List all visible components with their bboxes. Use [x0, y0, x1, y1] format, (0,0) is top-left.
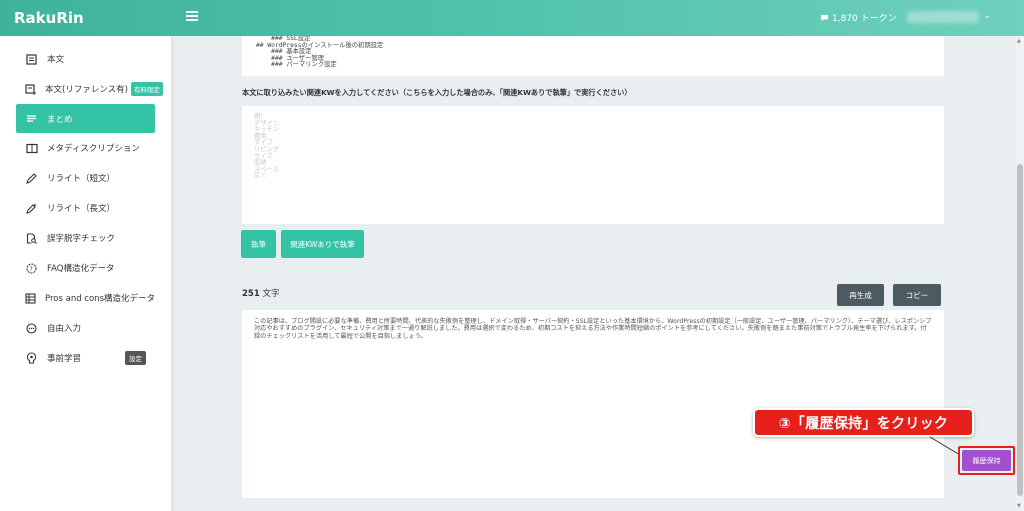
- copy-button[interactable]: コピー: [893, 284, 941, 306]
- document-add-icon: [25, 83, 36, 96]
- token-balance: 1,870 トークン: [820, 11, 897, 24]
- scroll-down-arrow-icon[interactable]: ▼: [1017, 503, 1021, 509]
- sidebar-item-pros-cons[interactable]: Pros and cons構造化データ: [16, 284, 155, 312]
- pencil-icon: [25, 172, 38, 185]
- placeholder-line: 例）: [254, 113, 267, 120]
- sidebar-item-rewrite-short[interactable]: リライト（短文）: [16, 164, 155, 192]
- chat-bubble-icon: [820, 14, 829, 21]
- placeholder-line: 費用: [254, 132, 267, 140]
- list-icon: [25, 112, 38, 125]
- brain-icon: [25, 352, 38, 365]
- regenerate-button[interactable]: 再生成: [837, 284, 884, 306]
- sidebar-item-label: FAQ構造化データ: [47, 264, 115, 274]
- placeholder-line: キッチン: [254, 126, 280, 134]
- sidebar-item-label: 本文: [47, 55, 65, 65]
- keep-history-button[interactable]: 履歴保持: [962, 450, 1011, 471]
- sidebar-item-label: メタディスクリプション: [47, 144, 140, 154]
- file-search-icon: [25, 232, 38, 245]
- placeholder-line: デザイン: [254, 119, 280, 127]
- char-count-value: 251: [242, 289, 260, 299]
- scroll-thumb[interactable]: [1017, 164, 1023, 496]
- main-content: ### SSL設定 ## WordPressのインストール後の初期設定 ### …: [171, 36, 1016, 511]
- markdown-output-box[interactable]: ### SSL設定 ## WordPressのインストール後の初期設定 ### …: [242, 36, 944, 76]
- sidebar-item-label: リライト（長文）: [47, 204, 116, 214]
- token-label: 1,870 トークン: [832, 14, 897, 24]
- logo-text: RakuRin: [14, 9, 84, 27]
- char-count-unit: 文字: [262, 289, 280, 299]
- placeholder-line: スペース: [254, 165, 279, 173]
- question-icon: ?: [25, 262, 38, 275]
- svg-text:?: ?: [30, 266, 33, 273]
- hamburger-menu-icon[interactable]: [186, 11, 198, 23]
- scroll-up-arrow-icon[interactable]: ▲: [1017, 38, 1021, 44]
- sidebar-item-honbun[interactable]: 本文: [16, 45, 155, 73]
- char-count: 251 文字: [242, 287, 279, 299]
- placeholder-line: 収納: [254, 159, 267, 167]
- placeholder-line: タイプ: [254, 139, 273, 147]
- result-textarea[interactable]: この記事は、ブログ開設に必要な準備、費用と所要時間、代表的な失敗例を整理し、ドメ…: [242, 310, 944, 498]
- sidebar-item-meta[interactable]: メタディスクリプション: [16, 134, 155, 162]
- write-with-kw-button[interactable]: 関連KWありで執筆: [281, 230, 364, 258]
- sidebar-item-label: 自由入力: [47, 324, 82, 334]
- kw-textarea[interactable]: 例） デザイン キッチン 費用 タイプ リビング サイズ 収納 スペース 広く: [242, 106, 944, 224]
- sidebar-item-label: リライト（短文）: [47, 174, 116, 184]
- chevron-down-icon[interactable]: ⌄: [984, 11, 991, 20]
- sidebar: 本文 本文(リファレンス有) 有料限定 まとめ メタディスクリプション リライト…: [0, 36, 175, 511]
- document-icon: [25, 53, 38, 66]
- sidebar-item-pretraining[interactable]: 事前学習 設定: [16, 344, 155, 372]
- markdown-line: ### パーマリンク設定: [256, 61, 337, 68]
- sidebar-item-label: Pros and cons構造化データ: [45, 294, 155, 304]
- paid-badge: 有料限定: [130, 82, 163, 96]
- magic-pencil-icon: [25, 202, 38, 215]
- placeholder-line: 広く: [254, 172, 267, 180]
- sidebar-item-label: まとめ: [47, 114, 73, 125]
- chat-icon: [25, 322, 38, 335]
- instruction-callout: ③「履歴保持」をクリック: [753, 408, 974, 437]
- sidebar-item-typo-check[interactable]: 誤字脱字チェック: [16, 224, 155, 252]
- logo[interactable]: RakuRin: [14, 9, 84, 27]
- sidebar-item-label: 誤字脱字チェック: [47, 234, 116, 244]
- sidebar-item-honbun-ref[interactable]: 本文(リファレンス有) 有料限定: [16, 75, 163, 103]
- sidebar-item-free-input[interactable]: 自由入力: [16, 314, 155, 342]
- kw-input-label: 本文に取り込みたい関連KWを入力してください（こちらを入力した場合のみ、「関連K…: [242, 88, 632, 97]
- settings-badge[interactable]: 設定: [125, 351, 146, 365]
- sidebar-item-rewrite-long[interactable]: リライト（長文）: [16, 194, 155, 222]
- page-scrollbar[interactable]: ▲ ▼: [1016, 36, 1024, 511]
- sidebar-item-label: 本文(リファレンス有): [45, 85, 128, 95]
- result-text: この記事は、ブログ開設に必要な準備、費用と所要時間、代表的な失敗例を整理し、ドメ…: [254, 318, 932, 340]
- placeholder-line: リビング: [254, 145, 280, 153]
- write-button[interactable]: 執筆: [241, 230, 276, 258]
- app-header: RakuRin 1,870 トークン ⌄: [0, 0, 1024, 36]
- sidebar-item-label: 事前学習: [47, 354, 82, 364]
- sidebar-item-matome[interactable]: まとめ: [16, 104, 155, 133]
- table-icon: [25, 292, 36, 305]
- user-name-blurred[interactable]: [907, 11, 979, 23]
- sidebar-item-faq[interactable]: ? FAQ構造化データ: [16, 254, 155, 282]
- panel-icon: [25, 142, 38, 155]
- placeholder-line: サイズ: [254, 152, 273, 160]
